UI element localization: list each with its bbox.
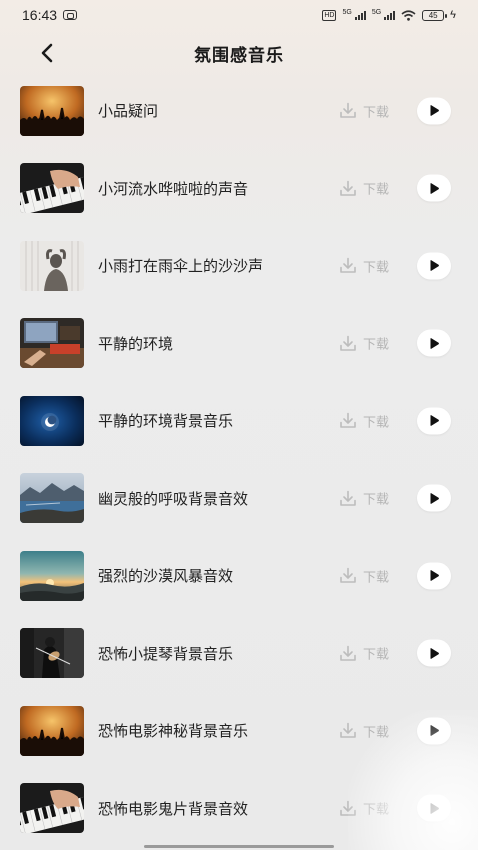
song-list: 小品疑问 下载 小河流水哗啦啦的声音 下载 小雨打在雨伞上的沙沙声 下载 平静的… [0, 72, 478, 847]
song-thumbnail [20, 163, 84, 214]
battery-icon: 45 [422, 9, 448, 21]
song-thumbnail [20, 628, 84, 679]
charging-icon: ϟ [450, 9, 456, 21]
download-label: 下载 [363, 802, 390, 818]
signal-icon [354, 10, 366, 20]
play-button[interactable] [417, 794, 451, 822]
play-button[interactable] [417, 407, 451, 435]
download-button[interactable]: 下载 [339, 799, 389, 818]
home-indicator[interactable] [144, 845, 334, 848]
download-label: 下载 [363, 647, 390, 663]
play-icon [430, 647, 439, 659]
play-button[interactable] [417, 97, 451, 125]
song-row[interactable]: 恐怖小提琴背景音乐 下载 [0, 615, 478, 693]
download-label: 下载 [363, 260, 390, 276]
app-notification-icon [63, 10, 78, 20]
download-icon [340, 412, 356, 429]
play-icon [430, 725, 439, 737]
song-row[interactable]: 平静的环境背景音乐 下载 [0, 382, 478, 460]
chevron-left-icon [41, 43, 53, 63]
song-row[interactable]: 恐怖电影神秘背景音乐 下载 [0, 692, 478, 770]
play-button[interactable] [417, 174, 451, 202]
status-bar: 16:43 HD 5G 5G 45 ϟ [0, 0, 478, 30]
download-icon [340, 722, 356, 739]
download-label: 下载 [363, 182, 390, 198]
download-button[interactable]: 下载 [339, 489, 389, 508]
song-row[interactable]: 小雨打在雨伞上的沙沙声 下载 [0, 227, 478, 305]
download-label: 下载 [363, 492, 390, 508]
page-title: 氛围感音乐 [194, 45, 284, 66]
song-row[interactable]: 小河流水哗啦啦的声音 下载 [0, 150, 478, 228]
download-icon [340, 335, 356, 351]
song-thumbnail [20, 395, 84, 446]
network-label-2: 5G [371, 9, 382, 16]
play-icon [430, 802, 439, 814]
download-icon [340, 102, 356, 119]
song-thumbnail [20, 85, 84, 136]
song-thumbnail [20, 550, 84, 601]
song-row[interactable]: 幽灵般的呼吸背景音效 下载 [0, 460, 478, 538]
download-button[interactable]: 下载 [339, 644, 389, 663]
download-icon [340, 645, 356, 661]
song-thumbnail [20, 783, 84, 834]
download-button[interactable]: 下载 [339, 411, 389, 430]
play-button[interactable] [417, 484, 451, 512]
play-button[interactable] [417, 562, 451, 590]
download-icon [340, 800, 356, 816]
download-button[interactable]: 下载 [339, 721, 389, 740]
status-right: HD 5G 5G 45 ϟ [322, 9, 456, 21]
download-label: 下载 [363, 725, 390, 741]
play-icon [430, 105, 439, 117]
download-button[interactable]: 下载 [339, 179, 389, 198]
song-thumbnail [20, 318, 84, 369]
song-row[interactable]: 恐怖电影鬼片背景音效 下载 [0, 770, 478, 848]
play-icon [430, 492, 439, 504]
play-icon [430, 337, 439, 349]
play-button[interactable] [417, 639, 451, 667]
download-button[interactable]: 下载 [339, 334, 389, 353]
network-label-1: 5G [342, 9, 352, 16]
download-button[interactable]: 下载 [339, 101, 389, 120]
song-row[interactable]: 平静的环境 下载 [0, 305, 478, 383]
play-icon [430, 415, 439, 427]
header: 氛围感音乐 [0, 32, 478, 74]
download-icon [340, 180, 356, 196]
play-icon [430, 570, 439, 582]
play-button[interactable] [417, 252, 451, 280]
download-icon [340, 567, 356, 584]
song-thumbnail [20, 705, 84, 756]
download-label: 下载 [363, 570, 390, 586]
download-button[interactable]: 下载 [339, 256, 389, 275]
download-button[interactable]: 下载 [339, 566, 389, 585]
signal-icon [384, 10, 396, 20]
download-icon [340, 490, 356, 506]
play-icon [430, 260, 439, 272]
song-row[interactable]: 小品疑问 下载 [0, 72, 478, 150]
back-button[interactable] [34, 40, 60, 66]
play-icon [430, 182, 439, 194]
song-row[interactable]: 强烈的沙漠风暴音效 下载 [0, 537, 478, 615]
download-icon [340, 257, 356, 274]
download-label: 下载 [363, 415, 390, 431]
play-button[interactable] [417, 717, 451, 745]
play-button[interactable] [417, 329, 451, 357]
download-label: 下载 [363, 337, 390, 353]
wifi-icon [401, 9, 416, 21]
status-left: 16:43 [22, 7, 78, 23]
song-thumbnail [20, 240, 84, 291]
status-time: 16:43 [22, 7, 58, 23]
hd-badge: HD [322, 9, 337, 21]
song-thumbnail [20, 473, 84, 524]
download-label: 下载 [363, 105, 390, 121]
